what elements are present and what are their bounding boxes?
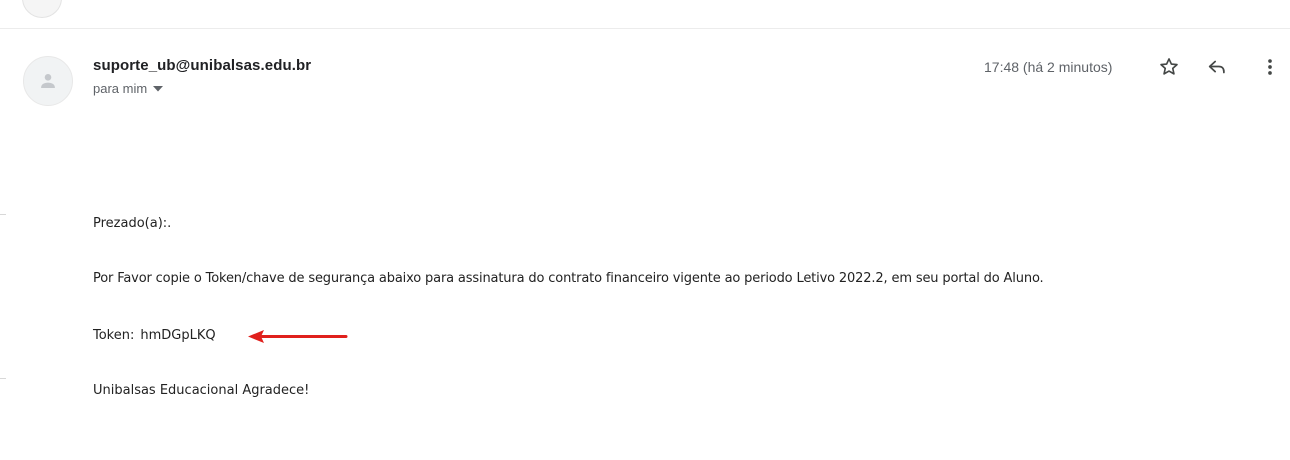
reply-button[interactable]	[1203, 53, 1231, 81]
previous-message-avatar	[22, 0, 62, 18]
arrow-left-icon	[248, 330, 348, 343]
token-label: Token:	[93, 328, 135, 343]
sender-avatar[interactable]	[23, 56, 73, 106]
person-icon	[41, 74, 55, 88]
edge-tick	[0, 378, 6, 379]
email-greeting: Prezado(a):.	[93, 216, 172, 231]
email-instruction: Por Favor copie o Token/chave de seguran…	[93, 271, 1044, 286]
sender-email[interactable]: suporte_ub@unibalsas.edu.br	[93, 57, 311, 74]
recipient-details-toggle[interactable]: para mim	[93, 81, 164, 96]
token-value[interactable]: hmDGpLKQ	[140, 328, 215, 343]
token-line: Token: hmDGpLKQ	[93, 328, 216, 343]
reply-icon	[1208, 60, 1225, 74]
star-button[interactable]	[1155, 53, 1183, 81]
recipient-label: para mim	[93, 81, 148, 96]
more-vert-icon	[1268, 59, 1272, 75]
more-options-button[interactable]	[1256, 53, 1284, 81]
email-closing: Unibalsas Educacional Agradece!	[93, 383, 310, 398]
edge-tick	[0, 214, 6, 215]
message-timestamp: 17:48 (há 2 minutos)	[984, 59, 1113, 75]
message-divider	[0, 28, 1290, 29]
caret-down-icon	[153, 85, 164, 91]
star-icon	[1160, 58, 1178, 75]
